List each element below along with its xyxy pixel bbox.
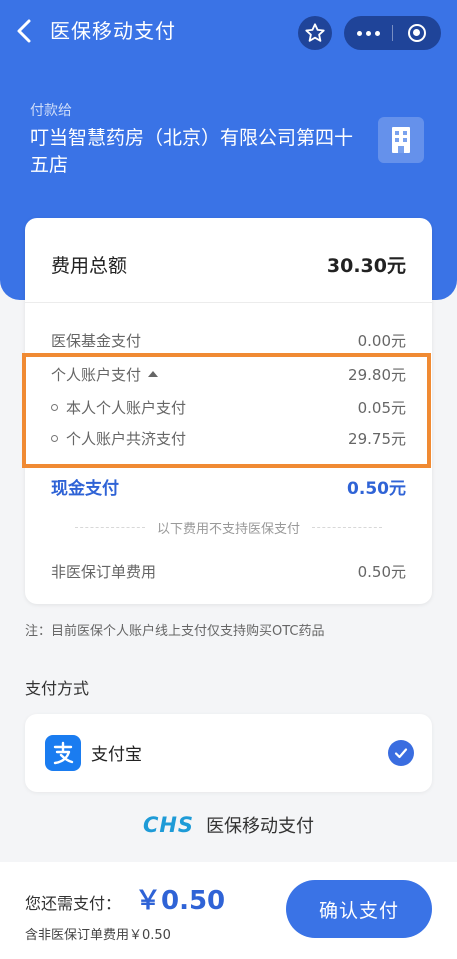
- chevron-left-icon: [17, 19, 31, 43]
- pay-label: 您还需支付：: [25, 894, 122, 913]
- self-account-amount: 0.05元: [357, 398, 406, 417]
- star-icon: [305, 23, 325, 42]
- bullet-icon: [51, 434, 58, 442]
- bill-card: 费用总额 30.30元 医保基金支付 0.00元 个人账户支付 29.80元 本…: [25, 218, 432, 604]
- payee-name: 叮当智慧药房（北京）有限公司第四十五店: [30, 127, 354, 176]
- target-icon: [408, 24, 426, 42]
- fund-label: 医保基金支付: [51, 331, 142, 350]
- caret-up-icon: [148, 371, 159, 377]
- method-name: 支付宝: [91, 745, 142, 765]
- cash-row: 现金支付 0.50元: [51, 473, 406, 499]
- brand-name: 医保移动支付: [206, 816, 315, 837]
- pay-subtext: 含非医保订单费用￥0.50: [25, 928, 171, 943]
- more-dots-icon: [356, 30, 380, 36]
- cash-label: 现金支付: [51, 478, 119, 499]
- personal-account-amount: 29.80元: [348, 365, 406, 384]
- self-account-row: 本人个人账户支付 0.05元: [51, 395, 406, 419]
- brand-footer: CHS 医保移动支付: [0, 812, 457, 838]
- non-insured-label: 非医保订单费用: [51, 562, 157, 581]
- check-icon[interactable]: [388, 740, 414, 766]
- shared-account-amount: 29.75元: [348, 429, 406, 448]
- personal-account-row[interactable]: 个人账户支付 29.80元: [51, 362, 406, 386]
- chs-logo: CHS: [142, 813, 195, 837]
- payee-label: 付款给: [30, 103, 72, 119]
- building-icon: [378, 117, 424, 163]
- mini-program-capsule: [344, 16, 441, 50]
- card-divider: [25, 302, 432, 303]
- otc-note: 注：目前医保个人账户线上支付仅支持购买OTC药品: [25, 624, 325, 639]
- unsupported-notice: 以下费用不支持医保支付: [25, 518, 432, 537]
- personal-account-label: 个人账户支付: [51, 365, 142, 384]
- fund-row: 医保基金支付 0.00元: [51, 328, 406, 352]
- payment-footer: 您还需支付： ￥0.50 含非医保订单费用￥0.50 确认支付: [0, 862, 457, 959]
- pay-amount: ￥0.50: [135, 886, 226, 916]
- back-button[interactable]: [14, 18, 36, 44]
- shared-account-row: 个人账户共济支付 29.75元: [51, 426, 406, 450]
- cash-amount: 0.50元: [347, 478, 406, 499]
- fund-amount: 0.00元: [357, 331, 406, 350]
- alipay-icon: [45, 735, 81, 771]
- payment-method-title: 支付方式: [25, 679, 90, 698]
- non-insured-amount: 0.50元: [357, 562, 406, 581]
- nav-bar: 医保移动支付: [0, 0, 457, 62]
- payment-method-alipay[interactable]: 支付宝: [25, 714, 432, 792]
- self-account-label: 本人个人账户支付: [66, 398, 187, 417]
- bullet-icon: [51, 403, 58, 411]
- confirm-pay-button[interactable]: 确认支付: [286, 880, 432, 938]
- favorite-button[interactable]: [298, 16, 332, 50]
- total-amount: 30.30元: [326, 254, 406, 277]
- more-button[interactable]: [344, 16, 392, 50]
- total-row: 费用总额 30.30元: [51, 248, 406, 280]
- non-insured-row: 非医保订单费用 0.50元: [51, 559, 406, 583]
- page-title: 医保移动支付: [50, 19, 176, 43]
- total-label: 费用总额: [51, 254, 128, 277]
- close-button[interactable]: [393, 16, 441, 50]
- shared-account-label: 个人账户共济支付: [66, 429, 187, 448]
